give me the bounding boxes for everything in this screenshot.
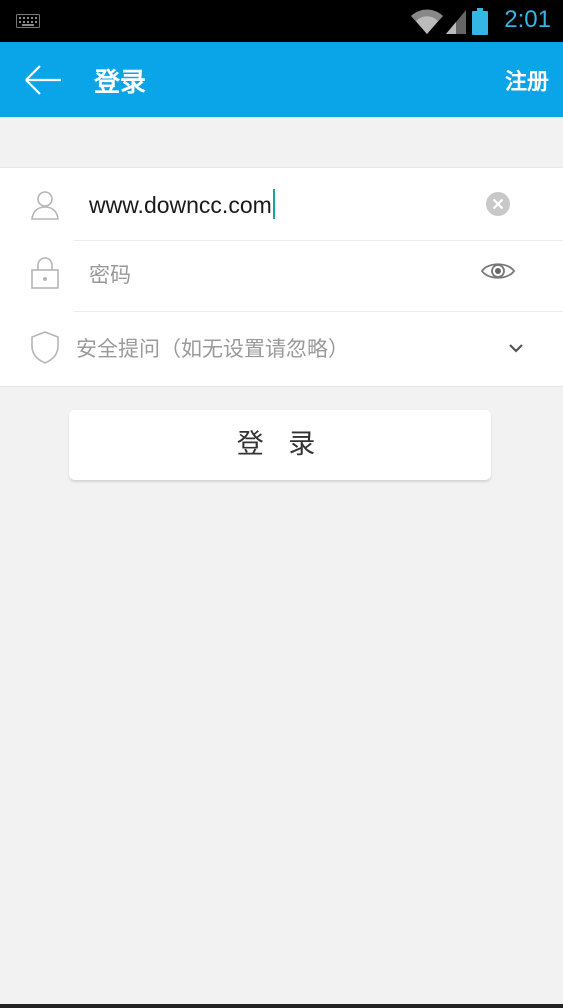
password-row: 密码	[0, 240, 563, 311]
lock-icon	[30, 256, 60, 294]
bottom-divider	[0, 1004, 563, 1008]
security-question-row[interactable]: 安全提问（如无设置请忽略）	[0, 311, 563, 386]
chevron-down-icon[interactable]	[507, 339, 525, 358]
signal-icon	[446, 9, 466, 39]
status-time: 2:01	[504, 6, 551, 33]
app-bar: 登录 注册	[0, 42, 563, 117]
user-icon	[30, 190, 60, 224]
security-question-select[interactable]: 安全提问（如无设置请忽略）	[76, 333, 349, 363]
page-title: 登录	[94, 68, 147, 98]
keyboard-icon	[16, 13, 40, 32]
username-row: www.downcc.com	[0, 168, 563, 240]
login-button[interactable]: 登 录	[69, 410, 491, 480]
username-input[interactable]: www.downcc.com	[89, 189, 275, 219]
back-arrow-icon[interactable]	[24, 64, 62, 96]
username-value: www.downcc.com	[89, 192, 272, 218]
battery-icon	[472, 8, 488, 40]
clear-icon[interactable]	[486, 192, 510, 220]
register-button[interactable]: 注册	[505, 64, 549, 96]
wifi-icon	[410, 9, 444, 39]
shield-icon	[30, 330, 60, 368]
eye-icon[interactable]	[480, 259, 516, 287]
status-bar: 2:01	[0, 0, 563, 42]
text-caret	[272, 189, 275, 219]
login-form: www.downcc.com 密码 安全提问（如无设置请忽略）	[0, 167, 563, 387]
password-input[interactable]: 密码	[89, 259, 131, 289]
